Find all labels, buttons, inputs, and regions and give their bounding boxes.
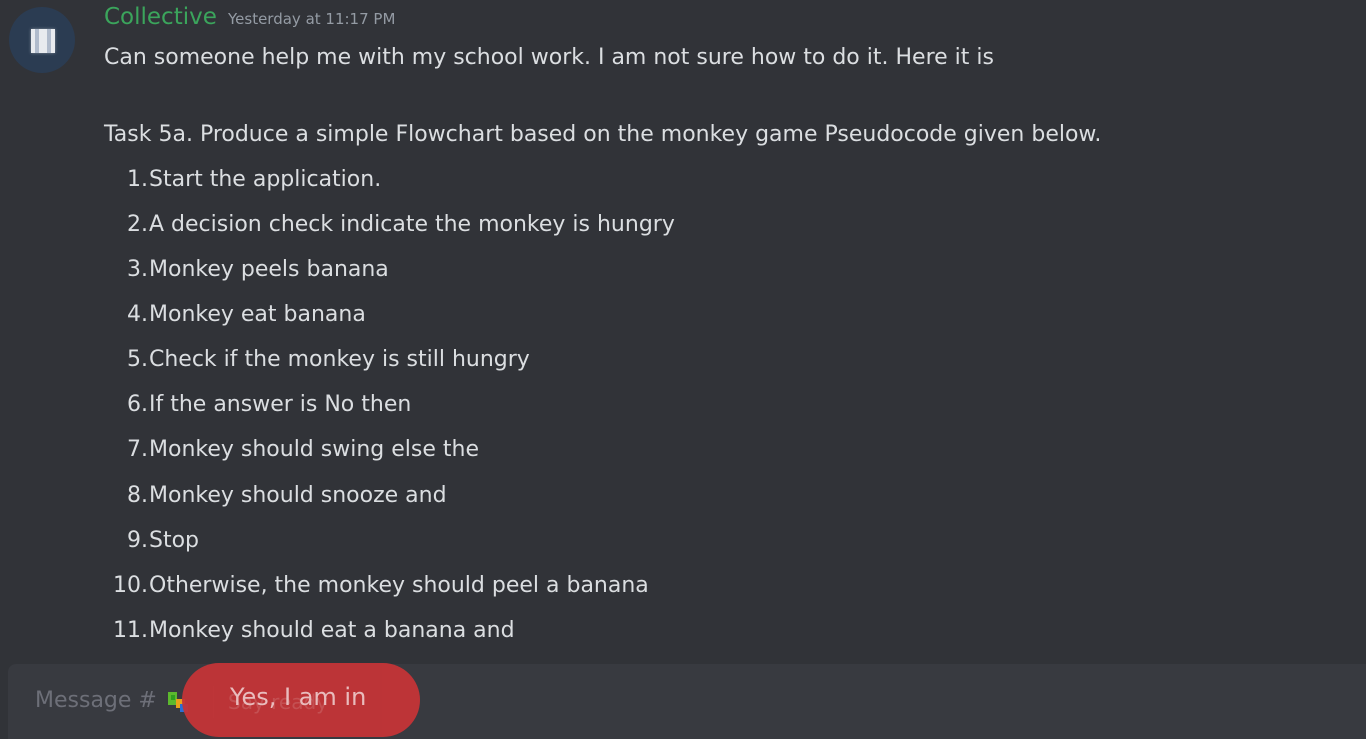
list-item-number: 10. (113, 573, 148, 598)
list-item: 1. Start the application. (96, 165, 381, 195)
list-item: 2. A decision check indicate the monkey i… (96, 210, 675, 240)
list-item-text: If the answer is No then (149, 392, 412, 417)
list-item-number: 3. (127, 257, 148, 282)
list-item-text: Check if the monkey is still hungry (149, 347, 530, 372)
task-text: Task 5a. Produce a simple Flowchart base… (104, 122, 1102, 147)
list-item-text: Monkey should eat a banana and (149, 618, 515, 643)
list-item-text: Start the application. (149, 167, 382, 192)
list-item-number: 4. (127, 302, 148, 327)
list-item: 9. Stop (96, 526, 199, 556)
list-item-number: 11. (113, 618, 148, 643)
list-item-text: Monkey eat banana (149, 302, 366, 327)
list-item: 11. Monkey should eat a banana and (96, 616, 515, 646)
message-intro: Can someone help me with my school work.… (104, 45, 994, 70)
list-item-number: 7. (127, 437, 148, 462)
list-item: 4. Monkey eat banana (96, 300, 366, 330)
list-item-number: 5. (127, 347, 148, 372)
message-input-placeholder[interactable]: Message # (35, 688, 157, 713)
list-item-text: A decision check indicate the monkey is … (149, 212, 675, 237)
list-item-text: Stop (149, 528, 200, 553)
list-item: 10. Otherwise, the monkey should peel a b… (96, 571, 649, 601)
list-item-number: 2. (127, 212, 148, 237)
message-header: Collective Yesterday at 11:17 PM (104, 4, 395, 36)
list-item: 5. Check if the monkey is still hungry (96, 345, 530, 375)
username[interactable]: Collective (104, 4, 217, 30)
list-item: 6. If the answer is No then (96, 390, 411, 420)
avatar-image (31, 29, 55, 53)
list-item: 7. Monkey should swing else the (96, 435, 479, 465)
list-item-text: Otherwise, the monkey should peel a bana… (149, 573, 649, 598)
list-item-text: Monkey peels banana (149, 257, 389, 282)
list-item-number: 1. (127, 167, 148, 192)
bubble-text: Yes, I am in (230, 683, 367, 711)
list-item-number: 6. (127, 392, 148, 417)
list-item: 8. Monkey should snooze and (96, 481, 447, 511)
list-item-text: Monkey should swing else the (149, 437, 479, 462)
list-item-number: 9. (127, 528, 148, 553)
message-timestamp: Yesterday at 11:17 PM (227, 10, 396, 28)
list-item-number: 8. (127, 483, 148, 508)
user-avatar[interactable] (9, 7, 75, 73)
chat-message: Collective Yesterday at 11:17 PM Can som… (0, 0, 1366, 664)
list-item-text: Monkey should snooze and (149, 483, 447, 508)
reply-bubble[interactable]: Say ready Yes, I am in (182, 663, 420, 737)
list-item: 3. Monkey peels banana (96, 255, 389, 285)
